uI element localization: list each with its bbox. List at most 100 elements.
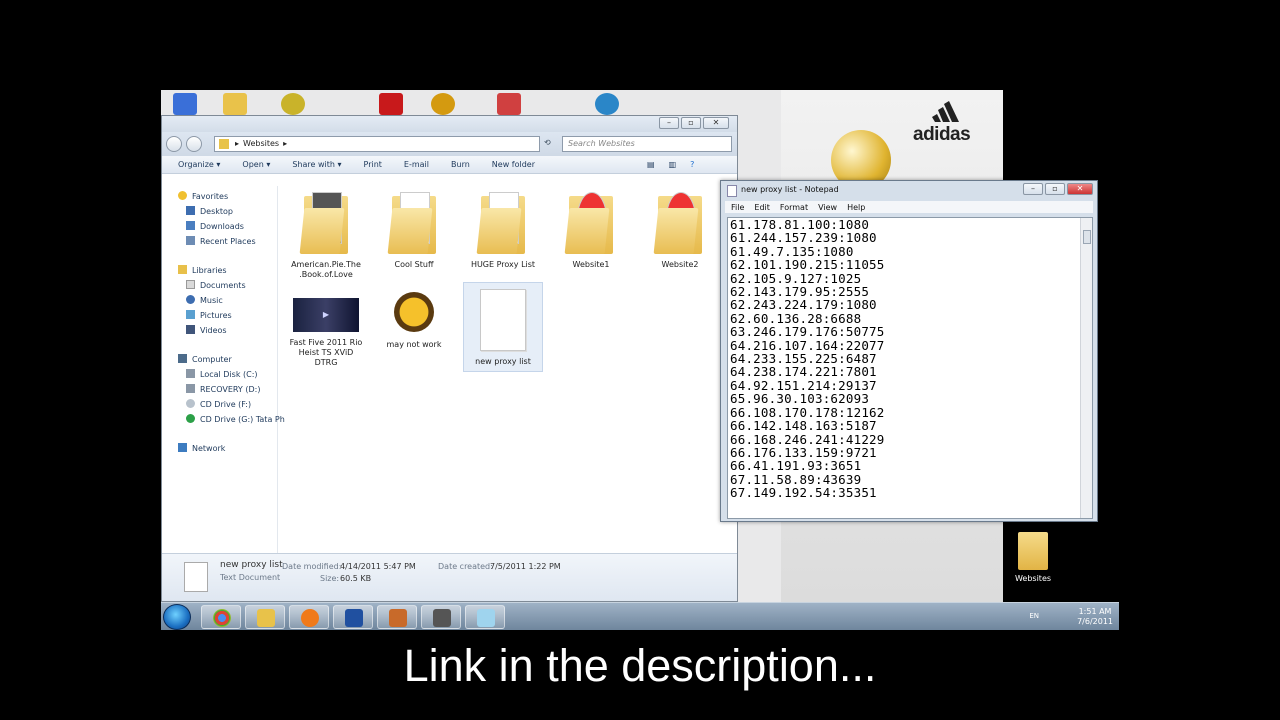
taskbar-app[interactable] (377, 605, 417, 629)
nav-local-disk[interactable]: Local Disk (C:) (186, 369, 258, 379)
refresh-icon[interactable]: ⟲ (544, 138, 551, 147)
notepad-line: 62.143.179.95:2555 (730, 284, 870, 300)
address-bar-row: ▸ Websites ▸ ⟲ Search Websites (162, 132, 737, 156)
app-icon[interactable] (281, 93, 305, 115)
documents-icon (186, 280, 195, 289)
file-item[interactable]: ▶ Fast Five 2011 Rio Heist TS XViD DTRG (286, 294, 366, 368)
pdf-icon[interactable] (379, 93, 403, 115)
organize-button[interactable]: Organize ▾ (178, 160, 220, 169)
file-item[interactable]: may not work (374, 282, 454, 350)
help-icon[interactable]: ? (690, 160, 694, 169)
notepad-line: 64.216.107.164:22077 (730, 337, 885, 353)
notepad-line: 66.142.148.163:5187 (730, 418, 877, 434)
breadcrumb-chevron-icon: ▸ (283, 139, 288, 148)
nav-desktop[interactable]: Desktop (186, 206, 233, 216)
nav-downloads[interactable]: Downloads (186, 221, 244, 231)
maximize-button[interactable]: ▫ (681, 117, 701, 129)
menu-edit[interactable]: Edit (754, 203, 770, 212)
new-folder-button[interactable]: New folder (492, 160, 535, 169)
breadcrumb-chevron-icon: ▸ (235, 139, 240, 148)
notepad-titlebar[interactable]: new proxy list - Notepad – ▫ ✕ (721, 181, 1097, 201)
menu-view[interactable]: View (818, 203, 837, 212)
pictures-icon (186, 310, 195, 319)
clock-date: 7/6/2011 (1077, 617, 1113, 626)
start-button[interactable] (163, 604, 191, 630)
star-icon (178, 191, 187, 200)
notepad-text-area[interactable]: 61.178.81.100:1080 61.244.157.239:1080 61.… (727, 217, 1093, 519)
print-button[interactable]: Print (364, 160, 382, 169)
details-modified-label: Date modified: (282, 562, 342, 571)
app-icon[interactable] (173, 93, 197, 115)
notepad-line: 66.108.170.178:12162 (730, 404, 885, 420)
folder-icon[interactable] (223, 93, 247, 115)
file-item[interactable]: Cool Stuff (374, 190, 454, 270)
downloads-icon (186, 221, 195, 230)
nav-network[interactable]: Network (178, 443, 225, 453)
file-item[interactable]: HUGE Proxy List (463, 190, 543, 270)
preview-pane-icon[interactable]: ▥ (669, 160, 677, 169)
desktop-icon-websites[interactable]: Websites (1010, 532, 1056, 583)
notepad-line: 61.49.7.135:1080 (730, 243, 854, 259)
nav-recent-places[interactable]: Recent Places (186, 236, 256, 246)
app-icon[interactable] (431, 93, 455, 115)
notepad-line: 61.178.81.100:1080 (730, 217, 870, 232)
taskbar-app[interactable] (333, 605, 373, 629)
cd-drive-icon (186, 414, 195, 423)
notepad-line: 62.101.190.215:11055 (730, 257, 885, 273)
taskbar-chrome[interactable] (201, 605, 241, 629)
file-item[interactable]: Website2 (640, 190, 720, 270)
breadcrumb[interactable]: Websites (243, 139, 279, 148)
top-desktop-icons (161, 90, 781, 118)
taskbar-app[interactable] (421, 605, 461, 629)
nav-documents[interactable]: Documents (186, 280, 246, 290)
file-item-selected[interactable]: new proxy list (463, 282, 543, 372)
notepad-line: 61.244.157.239:1080 (730, 230, 877, 246)
language-indicator[interactable]: EN (1029, 612, 1039, 620)
search-input[interactable]: Search Websites (562, 136, 732, 152)
navigation-pane: Favorites Desktop Downloads Recent Place… (162, 186, 285, 555)
file-item[interactable]: American.Pie.The .Book.of.Love (286, 190, 366, 280)
chrome-icon (213, 609, 231, 627)
nav-pictures[interactable]: Pictures (186, 310, 232, 320)
share-with-button[interactable]: Share with ▾ (292, 160, 341, 169)
folder-icon (476, 190, 527, 254)
back-button[interactable] (166, 136, 182, 152)
nav-recovery[interactable]: RECOVERY (D:) (186, 384, 260, 394)
notepad-line: 64.233.155.225:6487 (730, 351, 877, 367)
menu-format[interactable]: Format (780, 203, 808, 212)
nav-videos[interactable]: Videos (186, 325, 227, 335)
vertical-scrollbar[interactable] (1080, 218, 1092, 518)
email-button[interactable]: E-mail (404, 160, 429, 169)
nav-cd-drive-f[interactable]: CD Drive (F:) (186, 399, 251, 409)
file-item[interactable]: Website1 (551, 190, 631, 270)
nav-music[interactable]: Music (186, 295, 223, 305)
details-created: 7/5/2011 1:22 PM (490, 562, 561, 571)
minimize-button[interactable]: – (659, 117, 679, 129)
app-icon[interactable] (595, 93, 619, 115)
explorer-titlebar[interactable]: – ▫ ✕ (162, 116, 737, 132)
nav-cd-drive-g[interactable]: CD Drive (G:) Tata Ph (186, 414, 285, 424)
nav-favorites[interactable]: Favorites (178, 191, 228, 201)
details-created-label: Date created: (438, 562, 493, 571)
open-button[interactable]: Open ▾ (242, 160, 270, 169)
clock[interactable]: 1:51 AM 7/6/2011 (1077, 607, 1113, 627)
notepad-line: 62.105.9.127:1025 (730, 270, 862, 286)
maximize-button[interactable]: ▫ (1045, 183, 1065, 195)
close-button[interactable]: ✕ (1067, 183, 1093, 195)
nav-libraries[interactable]: Libraries (178, 265, 227, 275)
command-bar: Organize ▾ Open ▾ Share with ▾ Print E-m… (162, 156, 737, 174)
app-icon[interactable] (497, 93, 521, 115)
taskbar-explorer[interactable] (245, 605, 285, 629)
nav-computer[interactable]: Computer (178, 354, 232, 364)
view-icon[interactable]: ▤ (647, 160, 655, 169)
taskbar-notepad[interactable] (465, 605, 505, 629)
minimize-button[interactable]: – (1023, 183, 1043, 195)
burn-button[interactable]: Burn (451, 160, 470, 169)
address-bar[interactable]: ▸ Websites ▸ (214, 136, 540, 152)
taskbar-media[interactable] (289, 605, 329, 629)
forward-button[interactable] (186, 136, 202, 152)
menu-help[interactable]: Help (847, 203, 865, 212)
menu-file[interactable]: File (731, 203, 744, 212)
close-button[interactable]: ✕ (703, 117, 729, 129)
scrollbar-thumb[interactable] (1083, 230, 1091, 244)
